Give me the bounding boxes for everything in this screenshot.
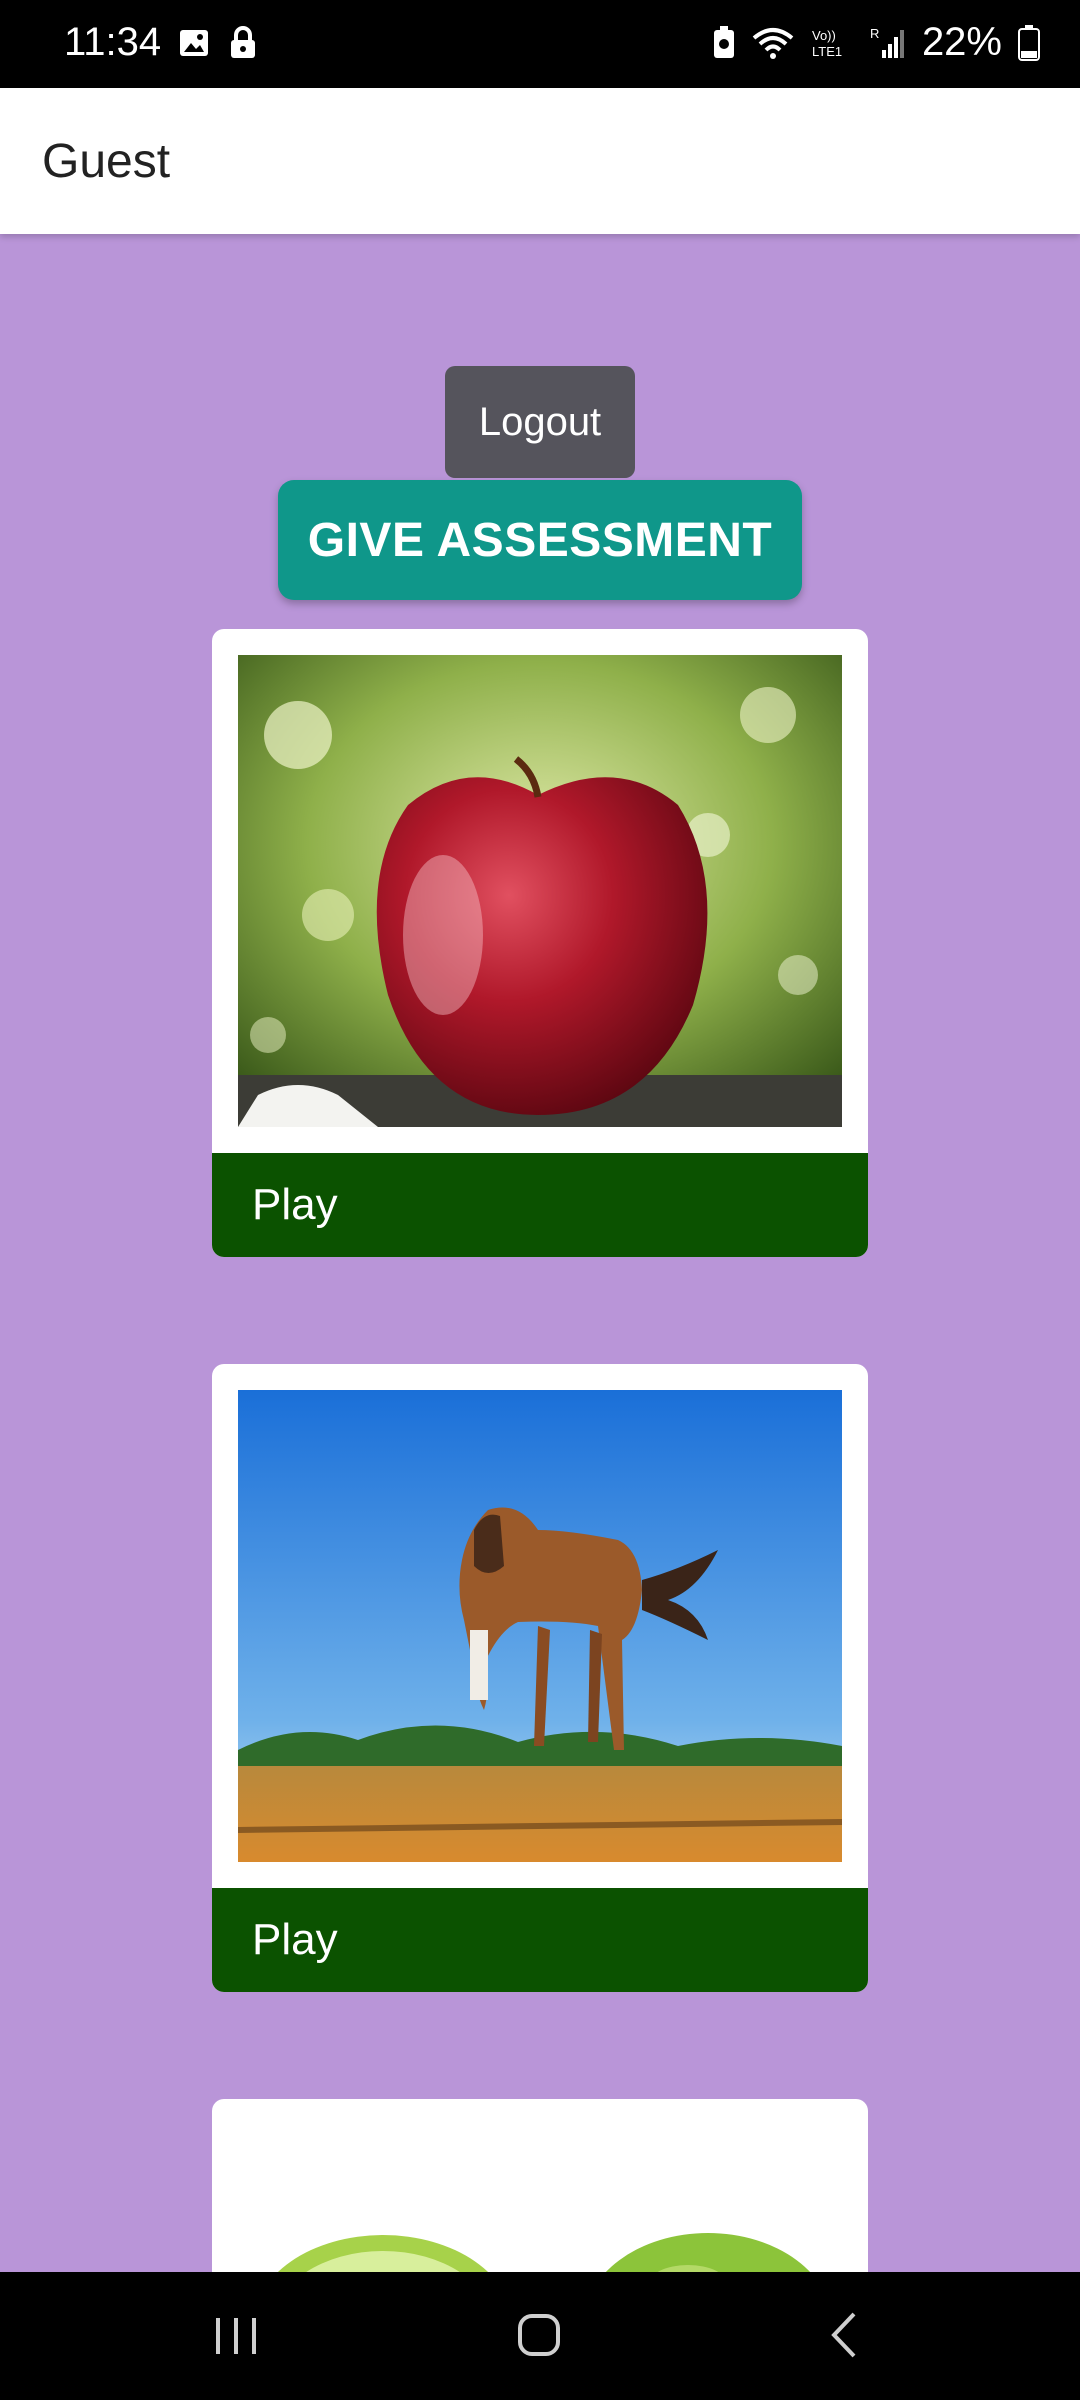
card-apple: Play [212,629,868,1257]
card-lime [212,2099,868,2299]
page-title: Guest [42,135,171,188]
logout-button[interactable]: Logout [445,366,635,478]
give-assessment-button[interactable]: GIVE ASSESSMENT [278,480,802,600]
svg-text:R: R [870,26,879,41]
play-button[interactable]: Play [212,1888,868,1992]
play-label: Play [252,1180,338,1229]
card-horse: Play [212,1364,868,1992]
status-bar: 11:34 Vo)) LTE1 R 22% [0,0,1080,88]
lock-icon [231,26,255,58]
svg-text:Vo)): Vo)) [812,28,836,43]
horse-image[interactable] [238,1390,842,1862]
battery-saver-icon [713,25,734,58]
navigation-bar [0,2272,1080,2400]
wifi-icon [752,27,794,59]
play-label: Play [252,1915,338,1964]
signal-icon: R [870,26,904,58]
back-icon[interactable] [824,2310,864,2360]
battery-percent: 22% [921,20,1002,64]
gallery-icon [180,30,208,56]
app-bar: Guest [0,88,1080,234]
home-icon[interactable] [516,2310,564,2360]
play-button[interactable]: Play [212,1153,868,1257]
battery-icon [1018,24,1040,61]
svg-text:LTE1: LTE1 [812,44,842,59]
recent-apps-icon[interactable] [212,2312,262,2360]
apple-image[interactable] [238,655,842,1127]
volte-icon: Vo)) LTE1 [812,28,842,59]
status-time: 11:34 [64,20,162,64]
